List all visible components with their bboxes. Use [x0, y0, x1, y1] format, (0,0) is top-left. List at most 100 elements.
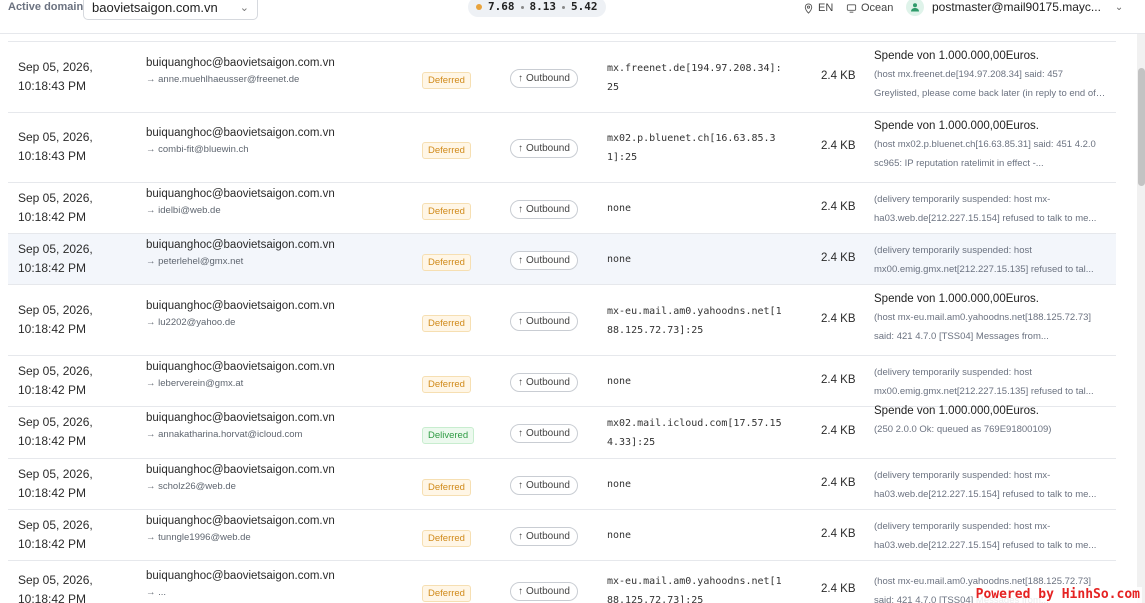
time-text: 10:18:42 PM — [18, 485, 87, 500]
to-address: → peterlehel@gmx.net — [146, 255, 244, 267]
time-text: 10:18:42 PM — [18, 536, 87, 551]
response-cell: (delivery temporarily suspended: host mx… — [874, 466, 1109, 504]
scrollbar-thumb[interactable] — [1138, 68, 1145, 186]
date-cell: Sep 05, 2026, 10:18:42 PM — [18, 240, 93, 278]
status-cell: Delivered — [422, 425, 475, 444]
direction-button[interactable]: ↑ Outbound — [510, 139, 578, 158]
mx-cell: mx-eu.mail.am0.yahoodns.net[188.125.72.7… — [607, 305, 782, 336]
table-row[interactable]: Sep 05, 2026, 10:18:42 PM buiquanghoc@ba… — [8, 285, 1116, 356]
user-menu[interactable]: postmaster@mail90175.mayc... ⌄ — [906, 0, 1123, 16]
direction-cell: ↑ Outbound — [510, 372, 578, 392]
date-cell: Sep 05, 2026, 10:18:42 PM — [18, 362, 93, 400]
from-address: buiquanghoc@baovietsaigon.com.vn — [146, 463, 335, 476]
to-address: → annakatharina.horvat@icloud.com — [146, 429, 303, 440]
date-cell: Sep 05, 2026, 10:18:42 PM — [18, 413, 93, 451]
response-text: (delivery temporarily suspended: host mx… — [874, 193, 1097, 224]
date-text: Sep 05, 2026, — [18, 302, 93, 317]
arrow-up-icon: ↑ — [518, 254, 523, 266]
direction-button[interactable]: ↑ Outbound — [510, 582, 578, 601]
response-cell: (delivery temporarily suspended: host mx… — [874, 190, 1109, 228]
mx-cell: mx-eu.mail.am0.yahoodns.net[188.125.72.7… — [607, 576, 782, 603]
direction-button[interactable]: ↑ Outbound — [510, 68, 578, 88]
language-label: EN — [818, 2, 834, 14]
mx-cell: none — [607, 254, 632, 265]
to-address: → scholz26@web.de — [146, 480, 236, 492]
avatar — [906, 0, 924, 16]
status-cell: Deferred — [422, 252, 471, 271]
direction-button[interactable]: ↑ Outbound — [510, 424, 578, 443]
top-bar: Active domain baovietsaigon.com.vn ⌄ 7.6… — [0, 0, 1145, 34]
table-row[interactable]: Sep 05, 2026, 10:18:42 PM buiquanghoc@ba… — [8, 510, 1116, 561]
direction-label: Outbound — [526, 428, 570, 439]
user-icon — [911, 3, 919, 12]
response-subject: Spende von 1.000.000,00Euros. — [874, 405, 1039, 417]
sender-cell: buiquanghoc@baovietsaigon.com.vn → peter… — [146, 239, 335, 267]
direction-cell: ↑ Outbound — [510, 526, 578, 546]
status-badge: Delivered — [422, 427, 475, 444]
table-row[interactable]: Sep 05, 2026, 10:18:42 PM buiquanghoc@ba… — [8, 234, 1116, 285]
response-cell: Spende von 1.000.000,00Euros. (host mx02… — [874, 120, 1109, 173]
direction-button[interactable]: ↑ Outbound — [510, 250, 578, 270]
from-address: buiquanghoc@baovietsaigon.com.vn — [146, 412, 335, 424]
table-row[interactable]: Sep 05, 2026, 10:18:42 PM buiquanghoc@ba… — [8, 183, 1116, 234]
sender-cell: buiquanghoc@baovietsaigon.com.vn → annak… — [146, 412, 335, 440]
size-cell: 2.4 KB — [821, 425, 856, 437]
mx-cell: none — [607, 203, 632, 214]
table-row[interactable]: Sep 05, 2026, 10:18:42 PM buiquanghoc@ba… — [8, 405, 1116, 459]
load-15: 5.42 — [571, 0, 598, 13]
to-address: → leberverein@gmx.at — [146, 377, 244, 389]
separator-dot — [520, 5, 524, 9]
response-text: (delivery temporarily suspended: host mx… — [874, 520, 1097, 551]
response-text: (delivery temporarily suspended: host mx… — [874, 366, 1094, 397]
direction-cell: ↑ Outbound — [510, 423, 578, 443]
chevron-down-icon: ⌄ — [239, 2, 249, 14]
table-row[interactable]: Sep 05, 2026, 10:18:42 PM buiquanghoc@ba… — [8, 561, 1116, 603]
arrow-up-icon: ↑ — [518, 143, 523, 154]
date-text: Sep 05, 2026, — [18, 517, 93, 532]
from-address: buiquanghoc@baovietsaigon.com.vn — [146, 238, 335, 251]
language-selector[interactable]: EN — [803, 0, 833, 16]
mx-cell: none — [607, 376, 632, 387]
date-text: Sep 05, 2026, — [18, 130, 93, 144]
direction-label: Outbound — [526, 376, 570, 388]
sender-cell: buiquanghoc@baovietsaigon.com.vn → schol… — [146, 464, 335, 492]
direction-button[interactable]: ↑ Outbound — [510, 311, 578, 331]
date-cell: Sep 05, 2026, 10:18:42 PM — [18, 301, 93, 339]
time-text: 10:18:42 PM — [18, 434, 87, 448]
arrow-up-icon: ↑ — [518, 428, 523, 439]
load-5: 8.13 — [529, 0, 557, 13]
direction-label: Outbound — [526, 586, 570, 597]
status-cell: Deferred — [422, 528, 471, 547]
direction-button[interactable]: ↑ Outbound — [510, 526, 578, 546]
arrow-up-icon: ↑ — [518, 376, 523, 388]
direction-button[interactable]: ↑ Outbound — [510, 475, 578, 495]
domain-select[interactable]: baovietsaigon.com.vn ⌄ — [83, 0, 258, 20]
direction-cell: ↑ Outbound — [510, 581, 578, 601]
date-text: Sep 05, 2026, — [18, 415, 93, 429]
response-subject: Spende von 1.000.000,00Euros. — [874, 120, 1039, 132]
response-cell: (delivery temporarily suspended: host mx… — [874, 517, 1109, 555]
table-row[interactable]: Sep 05, 2026, 10:18:42 PM buiquanghoc@ba… — [8, 459, 1116, 510]
status-badge: Deferred — [422, 142, 471, 159]
mx-cell: none — [607, 479, 632, 490]
status-badge: Deferred — [422, 202, 471, 220]
status-cell: Deferred — [422, 583, 471, 602]
size-cell: 2.4 KB — [821, 583, 856, 595]
mx-cell: mx.freenet.de[194.97.208.34]:25 — [607, 62, 782, 93]
separator-dot — [562, 5, 565, 9]
theme-selector[interactable]: Ocean — [846, 0, 893, 16]
table-row[interactable]: Sep 05, 2026, 10:18:43 PM buiquanghoc@ba… — [8, 113, 1116, 183]
chevron-down-icon: ⌄ — [1114, 1, 1124, 13]
status-cell: Deferred — [422, 70, 471, 89]
to-address: → ... — [146, 587, 167, 598]
theme-icon — [846, 3, 857, 13]
direction-button[interactable]: ↑ Outbound — [510, 199, 578, 219]
to-address: → anne.muehlhaeusser@freenet.de — [146, 73, 300, 85]
status-cell: Deferred — [422, 374, 471, 393]
direction-label: Outbound — [526, 72, 570, 84]
table-row[interactable]: Sep 05, 2026, 10:18:43 PM buiquanghoc@ba… — [8, 42, 1116, 113]
mail-log-table: Sep 05, 2026, 10:18:43 PM buiquanghoc@ba… — [8, 41, 1116, 603]
status-badge: Deferred — [422, 314, 471, 332]
direction-button[interactable]: ↑ Outbound — [510, 372, 578, 392]
table-row[interactable]: Sep 05, 2026, 10:18:42 PM buiquanghoc@ba… — [8, 356, 1116, 407]
